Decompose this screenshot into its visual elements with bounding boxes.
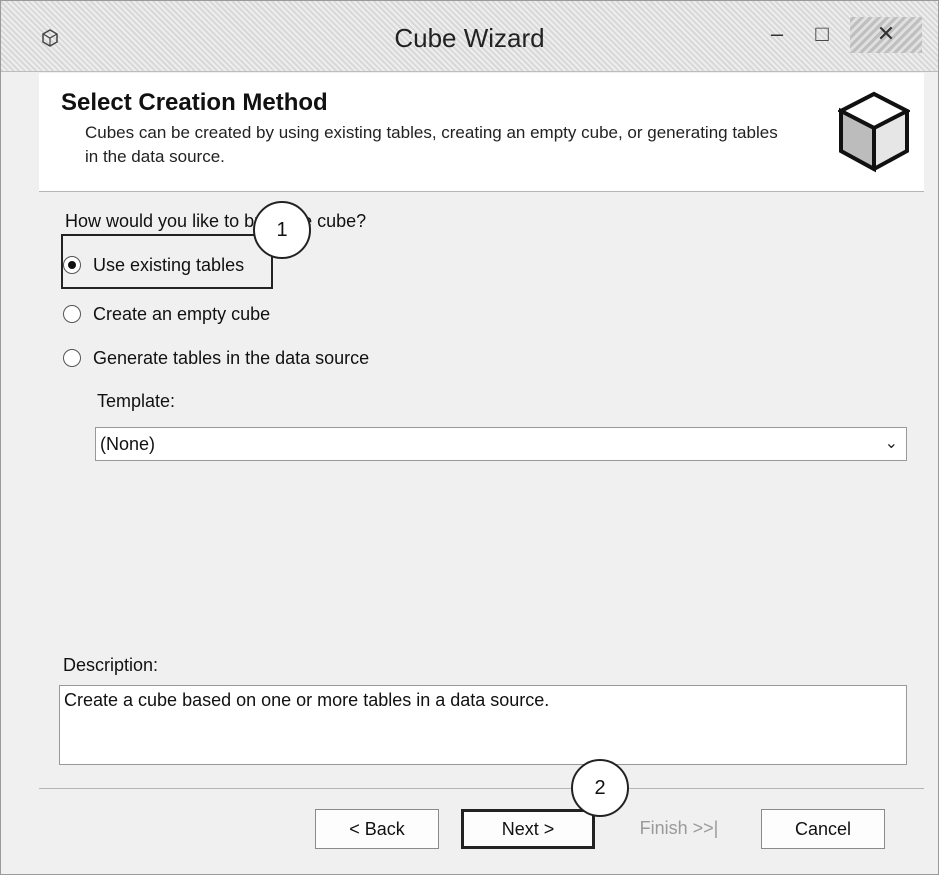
finish-button[interactable]: Finish >>| [617,809,741,849]
page-title: Select Creation Method [61,89,328,116]
cube-icon [838,91,910,173]
template-label: Template: [97,391,176,411]
radio-button[interactable] [63,349,81,367]
option-use-existing-tables[interactable]: Use existing tables [63,250,244,280]
page-description: Cubes can be created by using existing t… [85,123,778,166]
wizard-header: Select Creation Method Cubes can be crea… [39,73,924,192]
back-button[interactable]: < Back [315,809,439,849]
cube-wizard-window: Cube Wizard – □ ✕ Select Creation Method… [0,0,939,875]
description-box: Create a cube based on one or more table… [59,685,907,765]
option-create-empty-cube[interactable]: Create an empty cube [63,299,270,329]
option-generate-tables[interactable]: Generate tables in the data source [63,343,369,373]
template-selected-value: (None) [100,434,156,454]
chevron-down-icon[interactable]: ⌄ [885,428,898,460]
radio-button[interactable] [63,305,81,323]
callout-marker-1: 1 [253,201,311,259]
minimize-button[interactable]: – [756,17,798,53]
radio-button-selected[interactable] [63,256,81,274]
template-select[interactable]: (None) ⌄ [95,427,907,461]
cancel-button[interactable]: Cancel [761,809,885,849]
title-bar[interactable]: Cube Wizard – □ ✕ [1,1,938,72]
option-label: Create an empty cube [93,303,271,324]
option-label: Generate tables in the data source [93,347,370,368]
creation-question: How would you like to build the cube? [65,211,367,231]
callout-marker-2: 2 [571,759,629,817]
button-bar: < Back Next > Finish >>| Cancel 2 [39,759,924,869]
close-button[interactable]: ✕ [850,17,922,53]
maximize-button[interactable]: □ [801,17,843,53]
main-panel: How would you like to build the cube? Us… [39,191,924,781]
description-label: Description: [63,655,159,675]
option-label: Use existing tables [93,254,245,275]
next-button[interactable]: Next > [461,809,595,849]
